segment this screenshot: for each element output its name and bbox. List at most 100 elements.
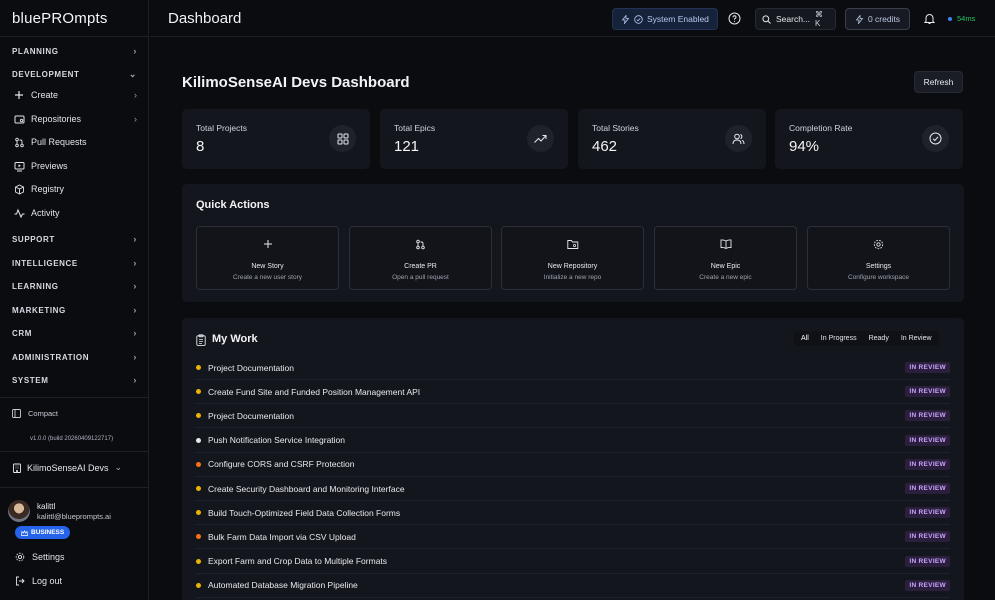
quick-action-new-story[interactable]: New Story Create a new user story	[196, 226, 339, 290]
priority-dot	[196, 534, 201, 540]
quick-action-title: New Repository	[547, 263, 598, 270]
chevron-right-icon: ›	[133, 234, 137, 244]
quick-action-title: New Story	[251, 263, 284, 270]
work-item-row[interactable]: Create Fund Site and Funded Position Man…	[196, 380, 950, 405]
credits-button[interactable]: 0 credits	[845, 8, 910, 30]
section-system[interactable]: SYSTEM ›	[12, 372, 137, 388]
status-badge: IN REVIEW	[905, 507, 950, 519]
sidebar-item-repositories[interactable]: Repositories ›	[12, 110, 137, 128]
work-item-row[interactable]: Project Documentation IN REVIEW	[196, 404, 950, 429]
refresh-button[interactable]: Refresh	[914, 71, 963, 93]
section-support[interactable]: SUPPORT ›	[12, 231, 137, 247]
search-shortcut: ⌘ K	[815, 10, 824, 28]
work-item-row[interactable]: Create Security Dashboard and Monitoring…	[196, 477, 950, 501]
tab-all[interactable]: All	[796, 333, 814, 344]
compact-toggle[interactable]: Compact	[12, 409, 58, 418]
user-email: kalittl@blueprompts.ai	[37, 512, 111, 521]
sidebar-item-label: Create	[31, 90, 59, 100]
section-administration[interactable]: ADMINISTRATION ›	[12, 349, 137, 365]
section-crm[interactable]: CRM ›	[12, 325, 137, 341]
work-item-row[interactable]: Build Touch-Optimized Field Data Collect…	[196, 501, 950, 526]
package-icon	[12, 182, 26, 196]
sidebar-item-label: Registry	[31, 184, 65, 194]
chevron-down-icon: ⌄	[114, 462, 123, 472]
chevron-right-icon: ›	[133, 328, 137, 338]
work-item-title: Configure CORS and CSRF Protection	[208, 459, 355, 470]
stat-card-stories: Total Stories 462	[578, 109, 766, 169]
status-badge: IN REVIEW	[905, 410, 950, 422]
work-item-row[interactable]: Project Documentation IN REVIEW	[196, 356, 950, 380]
sidebar-item-pull-requests[interactable]: Pull Requests	[12, 133, 137, 151]
tab-in-progress[interactable]: In Progress	[816, 333, 862, 344]
work-item-title: Push Notification Service Integration	[208, 435, 346, 446]
quick-action-create-pr[interactable]: Create PR Open a pull request	[349, 226, 492, 290]
work-item-row[interactable]: Bulk Farm Data Import via CSV Upload IN R…	[196, 525, 950, 550]
users-icon	[725, 125, 752, 152]
sidebar-item-settings[interactable]: Settings	[14, 551, 65, 563]
quick-actions-title: Quick Actions	[196, 199, 270, 211]
stat-card-epics: Total Epics 121	[380, 109, 568, 169]
quick-action-new-repository[interactable]: New Repository Initialize a new repo	[501, 226, 644, 290]
section-planning[interactable]: PLANNING ›	[12, 43, 137, 59]
section-label: CRM	[12, 328, 33, 338]
section-marketing[interactable]: MARKETING ›	[12, 302, 137, 318]
help-icon[interactable]	[728, 12, 741, 25]
section-label: DEVELOPMENT	[12, 69, 80, 79]
clipboard-icon	[196, 334, 206, 349]
sidebar-item-previews[interactable]: Previews	[12, 157, 137, 175]
work-item-row[interactable]: Configure CORS and CSRF Protection IN REV…	[196, 453, 950, 477]
priority-dot	[196, 461, 201, 467]
work-item-title: Automated Database Migration Pipeline	[208, 580, 358, 591]
sidebar-item-label: Settings	[32, 552, 65, 562]
sidebar-item-label: Log out	[32, 576, 63, 586]
status-badge: IN REVIEW	[905, 579, 950, 591]
priority-dot	[196, 365, 201, 370]
version-text: v1.0.0 (build 20260409122717)	[30, 436, 114, 442]
logout-icon	[14, 575, 26, 587]
app-logo[interactable]: bluePROmpts	[12, 10, 108, 27]
section-learning[interactable]: LEARNING ›	[12, 278, 137, 294]
chevron-right-icon: ›	[133, 281, 137, 291]
my-work-panel: My Work All In Progress Ready In Review …	[182, 318, 964, 600]
sidebar-item-activity[interactable]: Activity	[12, 204, 137, 222]
sidebar-item-registry[interactable]: Registry	[12, 180, 137, 198]
quick-action-subtitle: Open a pull request	[392, 274, 449, 281]
tab-in-review[interactable]: In Review	[896, 333, 937, 344]
workspace-switcher[interactable]: KilimoSenseAI Devs ⌄	[12, 462, 122, 473]
sidebar-item-create[interactable]: Create ›	[12, 86, 137, 104]
quick-action-title: New Epic	[710, 263, 741, 270]
sidebar-item-label: Previews	[31, 161, 68, 171]
workspace-name: KilimoSenseAI Devs	[27, 462, 109, 473]
latency-indicator: 54ms	[948, 14, 975, 23]
sidebar: bluePROmpts PLANNING › DEVELOPMENT ⌄ Cre…	[0, 0, 149, 600]
stat-label: Total Epics	[394, 123, 436, 133]
plus-icon	[12, 88, 26, 102]
bell-icon[interactable]	[923, 12, 936, 25]
work-item-row[interactable]: Automated Database Migration Pipeline IN …	[196, 574, 950, 598]
work-item-row[interactable]: Push Notification Service Integration IN …	[196, 429, 950, 453]
quick-action-settings[interactable]: Settings Configure workspace	[807, 226, 950, 290]
divider	[0, 397, 149, 398]
sidebar-item-logout[interactable]: Log out	[14, 575, 62, 587]
search-button[interactable]: Search... ⌘ K	[755, 8, 836, 30]
status-badge: IN REVIEW	[905, 555, 950, 567]
priority-dot	[196, 389, 201, 395]
latency-value: 54ms	[957, 14, 976, 23]
section-label: SYSTEM	[12, 375, 49, 385]
quick-action-new-epic[interactable]: New Epic Create a new epic	[654, 226, 797, 290]
tab-ready[interactable]: Ready	[864, 333, 894, 344]
user-name: kalittl	[37, 502, 56, 511]
work-item-row[interactable]: Export Farm and Crop Data to Multiple Fo…	[196, 550, 950, 574]
sidebar-item-label: Repositories	[31, 114, 82, 124]
section-intelligence[interactable]: INTELLIGENCE ›	[12, 255, 137, 271]
quick-action-subtitle: Create a new user story	[232, 274, 302, 281]
stat-value: 462	[592, 138, 618, 155]
system-status-pill[interactable]: System Enabled	[612, 8, 718, 30]
work-item-title: Export Farm and Crop Data to Multiple Fo…	[208, 556, 388, 567]
quick-action-subtitle: Create a new epic	[699, 274, 752, 281]
avatar[interactable]	[8, 500, 30, 522]
section-label: MARKETING	[12, 305, 66, 315]
section-development[interactable]: DEVELOPMENT ⌄	[12, 66, 137, 82]
work-item-title: Bulk Farm Data Import via CSV Upload	[208, 531, 356, 542]
priority-dot	[196, 486, 201, 491]
